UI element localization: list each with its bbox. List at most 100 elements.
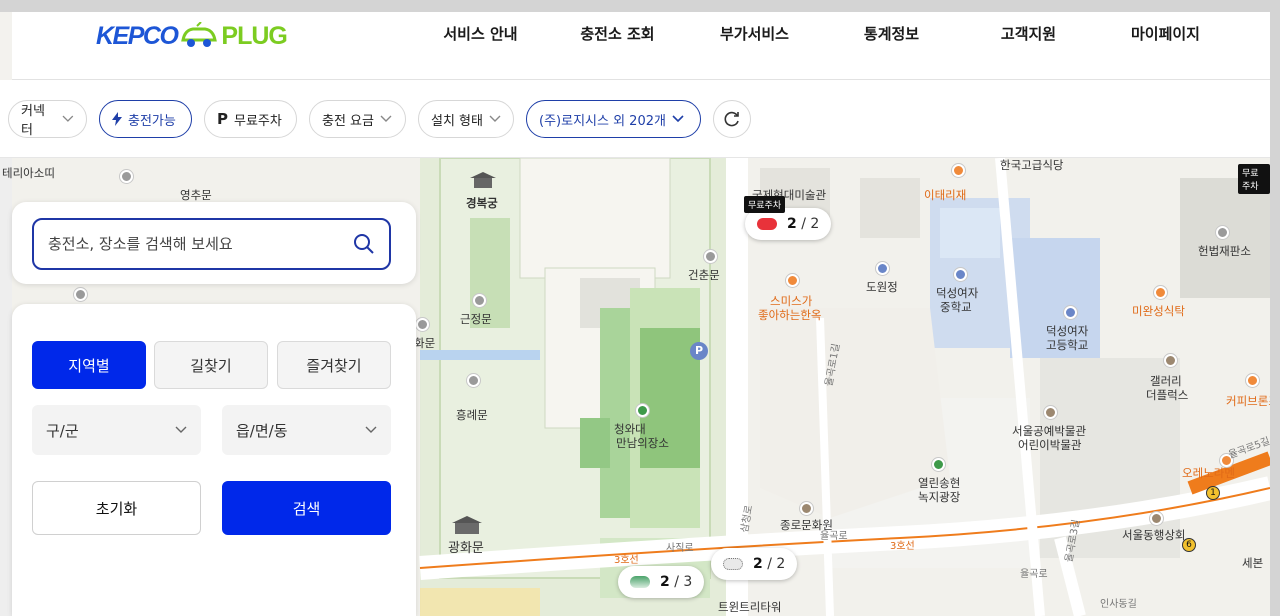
total-count: / 3 xyxy=(674,574,693,590)
road-label: 인사동길 xyxy=(1100,599,1137,610)
map-label: 한국고급식당 xyxy=(1000,158,1064,172)
landmark-icon xyxy=(1216,226,1229,239)
landmark-icon xyxy=(473,294,486,307)
building-icon xyxy=(876,262,889,275)
map-label: 고등학교 xyxy=(1046,338,1089,352)
operator-logo-icon xyxy=(630,576,650,588)
nav-mypage[interactable]: 마이페이지 xyxy=(1097,24,1234,44)
landmark-icon xyxy=(120,170,133,183)
chevron-down-icon xyxy=(365,426,377,433)
main-nav: 서비스 안내 충전소 조회 부가서비스 통계정보 고객지원 마이페이지 xyxy=(412,24,1234,44)
region-search-panel: 지역별 길찾기 즐겨찾기 구/군 읍/면/동 초기화 검색 xyxy=(12,304,416,616)
map-label: 좋아하는한옥 xyxy=(758,308,822,322)
filter-operator[interactable]: (주)로지시스 외 202개 xyxy=(526,100,701,138)
station-marker[interactable]: 2 / 3 xyxy=(618,566,705,598)
road-label: 율곡로 xyxy=(1020,569,1048,580)
operator-logo-icon xyxy=(757,218,777,230)
nav-extra-services[interactable]: 부가서비스 xyxy=(686,24,823,44)
tree-icon xyxy=(636,404,649,417)
filter-label: 충전 요금 xyxy=(322,113,374,129)
district-select[interactable]: 구/군 xyxy=(32,405,201,455)
window-frame-right xyxy=(1270,0,1280,616)
filter-install-type[interactable]: 설치 형태 xyxy=(418,100,514,138)
site-header: KEPCO PLUG 서비스 안내 충전소 조회 부가서비스 통계정보 고객지원… xyxy=(12,12,1270,80)
search-box xyxy=(32,218,391,270)
tab-region[interactable]: 지역별 xyxy=(32,341,146,389)
map-label: 스미스가 xyxy=(770,294,813,308)
total-count: / 2 xyxy=(767,556,786,572)
restaurant-icon xyxy=(786,274,799,287)
chevron-down-icon xyxy=(672,115,684,123)
nav-service-info[interactable]: 서비스 안내 xyxy=(412,24,549,44)
chevron-down-icon xyxy=(175,426,187,433)
filter-label: (주)로지시스 외 202개 xyxy=(539,113,666,129)
reset-button[interactable]: 초기화 xyxy=(32,481,201,535)
restaurant-icon xyxy=(952,164,965,177)
app-page: 테리아소띠 영추문 경복궁 근정문 화문 흥례문 광화문 건춘문 P 청와대 만… xyxy=(0,0,1280,616)
cafe-icon xyxy=(1246,374,1259,387)
park-icon xyxy=(932,458,945,471)
map-label: 만남의장소 xyxy=(616,436,669,450)
search-icon[interactable] xyxy=(353,233,375,255)
tab-directions[interactable]: 길찾기 xyxy=(154,341,268,389)
free-parking-tag: 무료주차 xyxy=(1238,164,1270,194)
museum-icon xyxy=(1044,406,1057,419)
palace-icon xyxy=(468,170,498,190)
map-label: 화문 xyxy=(414,336,436,350)
map-label: 더플럭스 xyxy=(1146,388,1189,402)
logo-text-kepco: KEPCO xyxy=(96,21,179,50)
map-label: 갤러리 xyxy=(1150,374,1182,388)
nav-support[interactable]: 고객지원 xyxy=(960,24,1097,44)
map-label: 서울공예박물관 xyxy=(1012,424,1087,438)
subway-line6-icon: 6 xyxy=(1182,538,1196,552)
refresh-button[interactable] xyxy=(713,100,751,138)
available-count: 2 xyxy=(753,556,763,572)
map-label: 트윈트리타워 xyxy=(718,600,782,614)
car-logo-icon xyxy=(181,22,218,47)
school-icon xyxy=(1064,306,1077,319)
landmark-icon xyxy=(800,502,813,515)
map-label: 건춘문 xyxy=(688,268,720,282)
chevron-down-icon xyxy=(489,115,501,122)
filter-free-parking[interactable]: P 무료주차 xyxy=(204,100,297,138)
filter-connector[interactable]: 커넥터 xyxy=(8,100,87,138)
free-parking-tag: 무료주차 xyxy=(744,196,786,213)
filter-fee[interactable]: 충전 요금 xyxy=(309,100,406,138)
road-label: 사직로 xyxy=(666,543,694,554)
map-label: 녹지광장 xyxy=(918,490,961,504)
landmark-icon xyxy=(74,288,87,301)
chevron-down-icon xyxy=(380,115,392,122)
kepco-plug-logo[interactable]: KEPCO PLUG xyxy=(96,20,288,52)
lightning-icon xyxy=(112,112,122,126)
filter-bar: 커넥터 충전가능 P 무료주차 충전 요금 설치 형태 (주)로지시스 외 20… xyxy=(0,80,1270,158)
nav-statistics[interactable]: 통계정보 xyxy=(823,24,960,44)
map-label: 테리아소띠 xyxy=(2,166,55,180)
operator-logo-icon xyxy=(723,558,743,570)
tab-favorites[interactable]: 즐겨찾기 xyxy=(277,341,391,389)
refresh-icon xyxy=(724,111,739,127)
school-icon xyxy=(954,268,967,281)
total-count: / 2 xyxy=(801,216,820,232)
road-label: 율곡로 xyxy=(820,531,848,542)
search-button[interactable]: 검색 xyxy=(222,481,391,535)
map-label: 덕성여자 xyxy=(936,286,979,300)
map-label: 이태리재 xyxy=(924,188,967,202)
town-select[interactable]: 읍/면/동 xyxy=(222,405,391,455)
restaurant-icon xyxy=(1154,286,1167,299)
map-label: 세본 xyxy=(1242,556,1264,570)
map-label: 영추문 xyxy=(180,188,212,202)
filter-chargeable[interactable]: 충전가능 xyxy=(99,100,192,138)
search-input[interactable] xyxy=(48,235,353,253)
map-label-gyeongbokgung: 경복궁 xyxy=(466,196,498,210)
map-label: 헌법재판소 xyxy=(1198,244,1251,258)
subway-line-label: 3호선 xyxy=(890,541,915,552)
map-label: 중학교 xyxy=(940,300,972,314)
map-label: 도원정 xyxy=(866,280,898,294)
nav-station-search[interactable]: 충전소 조회 xyxy=(549,24,686,44)
shop-icon xyxy=(1150,512,1163,525)
landmark-icon xyxy=(416,318,429,331)
map-label: 서울동행상회 xyxy=(1122,528,1186,542)
available-count: 2 xyxy=(787,216,797,232)
station-marker[interactable]: 2 / 2 xyxy=(711,548,798,580)
map-label: 열린송현 xyxy=(918,476,961,490)
